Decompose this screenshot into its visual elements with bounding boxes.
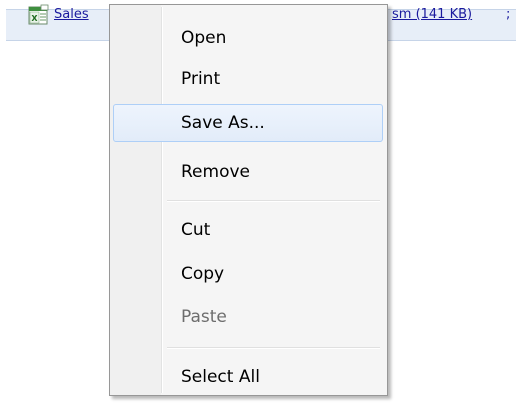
menu-item-label: Select All	[181, 367, 260, 387]
menu-item-label: Copy	[181, 264, 225, 284]
menu-separator	[167, 347, 380, 349]
menu-item-save-as[interactable]: Save As...	[113, 104, 383, 142]
context-menu: Open Print Save As... Remove Cut Copy Pa…	[109, 4, 388, 396]
attachment-link-right[interactable]: sm (141 KB)	[392, 7, 472, 22]
attachment-separator: ;	[506, 7, 511, 22]
menu-item-cut[interactable]: Cut	[113, 211, 383, 249]
svg-text:X: X	[31, 14, 38, 23]
menu-item-remove[interactable]: Remove	[113, 153, 383, 191]
menu-item-select-all[interactable]: Select All	[113, 358, 383, 396]
menu-item-open[interactable]: Open	[113, 19, 383, 57]
menu-item-label: Paste	[181, 307, 227, 327]
excel-file-icon[interactable]: X	[28, 4, 50, 26]
menu-item-label: Remove	[181, 162, 250, 182]
menu-item-paste: Paste	[113, 298, 383, 336]
attachment-link-left[interactable]: Sales	[54, 7, 89, 22]
menu-item-label: Print	[181, 69, 221, 89]
menu-item-label: Save As...	[181, 113, 265, 133]
menu-item-print[interactable]: Print	[113, 60, 383, 98]
menu-item-label: Cut	[181, 220, 211, 240]
menu-separator	[167, 200, 380, 202]
menu-item-label: Open	[181, 28, 227, 48]
menu-item-copy[interactable]: Copy	[113, 255, 383, 293]
